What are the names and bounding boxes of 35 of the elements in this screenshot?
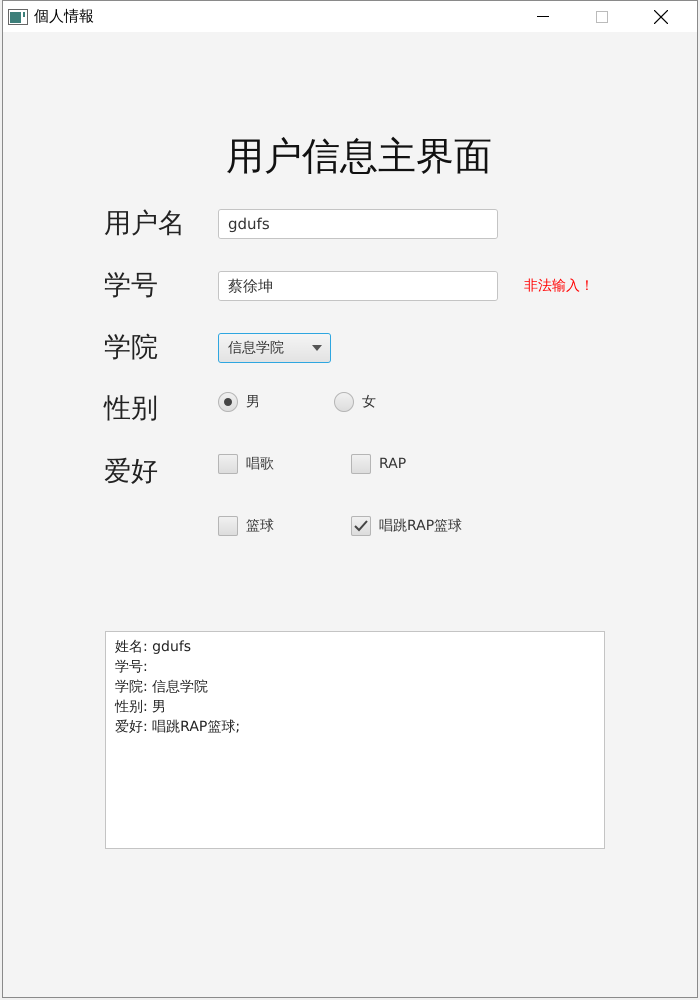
- text-field[interactable]: 蔡徐坤: [218, 271, 498, 301]
- output-line: 性别: 男: [115, 698, 168, 717]
- option-label: 女: [362, 393, 376, 411]
- output-area[interactable]: 姓名: gdufs 学号: 学院: 信息学院 性别: 男 爱好: 唱跳RAP篮球;: [105, 631, 605, 849]
- error-message: 非法输入！: [524, 277, 594, 295]
- output-line: 学号:: [115, 658, 149, 677]
- window-title: 個人情報: [34, 7, 95, 26]
- checkbox[interactable]: [351, 516, 371, 536]
- output-line: 爱好: 唱跳RAP篮球;: [115, 718, 242, 737]
- checkbox[interactable]: [351, 454, 371, 474]
- checkbox[interactable]: [218, 516, 238, 536]
- college-dropdown[interactable]: 信息学院: [218, 333, 331, 363]
- page-heading: 用户信息主界面: [225, 133, 493, 180]
- output-line: 学院: 信息学院: [115, 678, 210, 697]
- option-label: RAP: [379, 456, 406, 472]
- checkbox[interactable]: [218, 454, 238, 474]
- field-label: 爱好: [104, 455, 159, 489]
- minimize-icon: [536, 16, 548, 18]
- caret-icon: [312, 345, 322, 351]
- radio-button[interactable]: [218, 392, 238, 412]
- field-label: 性别: [104, 392, 159, 426]
- close-icon: [654, 10, 668, 24]
- field-label: 学号: [104, 269, 159, 303]
- option-label: 男: [246, 393, 260, 411]
- radio-button[interactable]: [334, 392, 354, 412]
- app-icon: [8, 8, 28, 24]
- text-field[interactable]: gdufs: [218, 209, 498, 239]
- option-label: 篮球: [246, 517, 274, 535]
- field-label: 用户名: [104, 207, 186, 241]
- check-icon: [354, 520, 368, 532]
- option-label: 唱歌: [246, 455, 274, 473]
- option-label: 唱跳RAP篮球: [379, 517, 462, 535]
- field-label: 学院: [104, 331, 159, 365]
- maximize-icon: [596, 10, 608, 22]
- output-line: 姓名: gdufs: [115, 638, 192, 657]
